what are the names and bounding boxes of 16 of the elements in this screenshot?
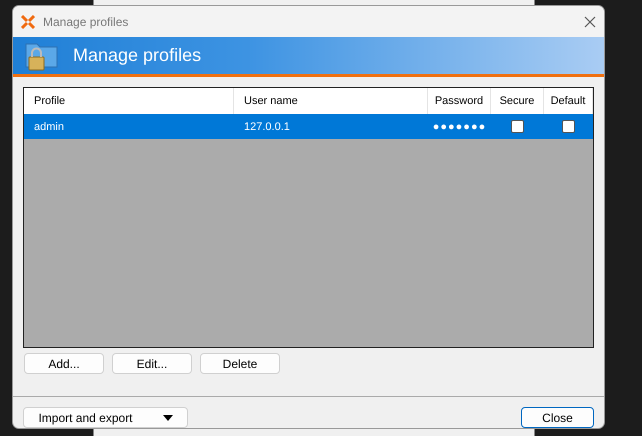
close-icon[interactable]: [584, 16, 596, 28]
table-cell-text: admin: [33, 120, 65, 134]
checkbox[interactable]: [511, 120, 524, 133]
list-button[interactable]: Add...: [24, 353, 104, 374]
table-cell-text: 127.0.0.1: [243, 120, 291, 134]
list-button[interactable]: Delete: [200, 353, 280, 374]
list-button[interactable]: Edit...: [112, 353, 192, 374]
table-row[interactable]: admin 127.0.0.1 ●●●●●●●: [24, 114, 593, 139]
banner-title: Manage profiles: [73, 45, 202, 66]
close-button[interactable]: Close: [521, 407, 594, 428]
password-cell-text: ●●●●●●●: [432, 120, 488, 134]
window-title: Manage profiles: [43, 14, 130, 28]
app-logo-icon: [21, 14, 35, 28]
checkbox[interactable]: [562, 120, 575, 133]
import-export-dropdown[interactable]: Import and export: [23, 407, 188, 428]
caret-icon: [162, 414, 173, 420]
